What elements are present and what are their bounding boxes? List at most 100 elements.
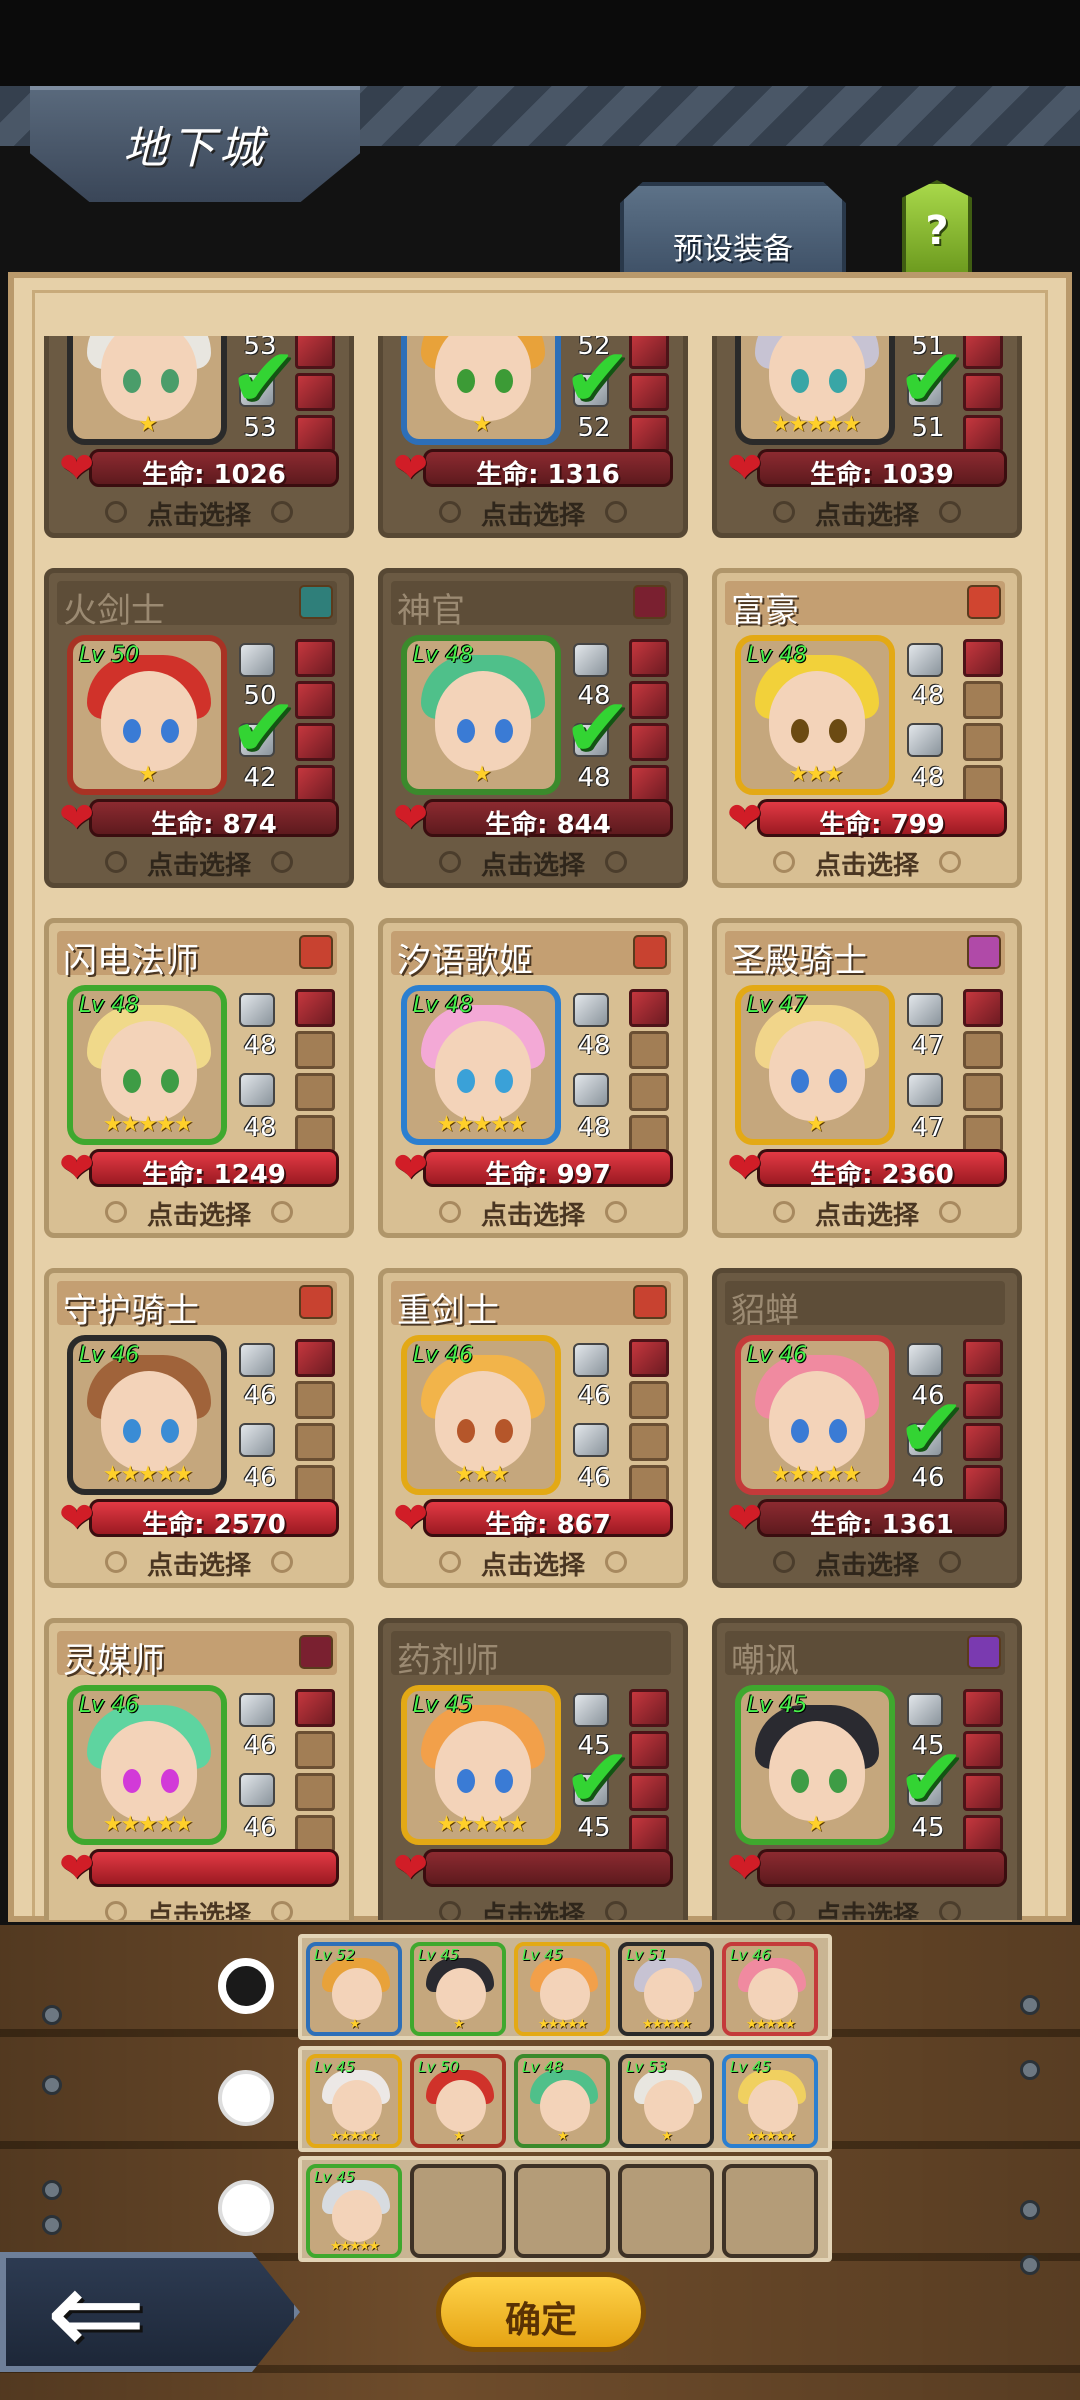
- accessory-slot[interactable]: [629, 989, 669, 1027]
- accessory-slot[interactable]: [629, 1339, 669, 1377]
- team-member[interactable]: Lv 45 ★★★★★: [514, 1942, 610, 2036]
- accessory-slot[interactable]: [295, 989, 335, 1027]
- team-radio[interactable]: [218, 2070, 274, 2126]
- weapon-slot[interactable]: [903, 1343, 953, 1383]
- hero-card[interactable]: 灵媒师 Lv 46 ★★★★★ 46 46 ❤ 点击选择: [44, 1618, 354, 1920]
- accessory-slot[interactable]: [629, 1815, 669, 1853]
- team-member[interactable]: Lv 51 ★★★★★: [618, 1942, 714, 2036]
- team-member[interactable]: Lv 45 ★: [410, 1942, 506, 2036]
- accessory-slot[interactable]: [295, 681, 335, 719]
- team-radio[interactable]: [218, 1958, 274, 2014]
- accessory-slot[interactable]: [629, 336, 669, 369]
- team-member[interactable]: Lv 52 ★: [306, 1942, 402, 2036]
- accessory-slot[interactable]: [295, 765, 335, 803]
- accessory-slot[interactable]: [629, 1073, 669, 1111]
- accessory-slot[interactable]: [629, 1689, 669, 1727]
- accessory-slot[interactable]: [295, 1073, 335, 1111]
- team-member[interactable]: Lv 48 ★: [514, 2054, 610, 2148]
- accessory-slot[interactable]: [295, 336, 335, 369]
- accessory-slot[interactable]: [295, 1031, 335, 1069]
- select-row[interactable]: 点击选择: [717, 495, 1017, 531]
- weapon-slot[interactable]: [569, 643, 619, 683]
- hero-card[interactable]: 神官 Lv 48 ★ 48 48 ✔ 生命: 844 ❤ 点击选择: [378, 568, 688, 888]
- back-button[interactable]: ⇐: [0, 2252, 300, 2372]
- accessory-slot[interactable]: [295, 373, 335, 411]
- accessory-slot[interactable]: [963, 1731, 1003, 1769]
- armor-slot[interactable]: [235, 1423, 285, 1463]
- accessory-slot[interactable]: [295, 1815, 335, 1853]
- accessory-slot[interactable]: [295, 1731, 335, 1769]
- hero-card[interactable]: 火剑士 Lv 50 ★ 50 42 ✔ 生命: 874 ❤ 点击选择: [44, 568, 354, 888]
- accessory-slot[interactable]: [295, 639, 335, 677]
- weapon-slot[interactable]: [569, 993, 619, 1033]
- accessory-slot[interactable]: [963, 1423, 1003, 1461]
- team-member[interactable]: Lv 46 ★★★★★: [722, 1942, 818, 2036]
- weapon-slot[interactable]: [235, 643, 285, 683]
- select-row[interactable]: 点击选择: [383, 845, 683, 881]
- weapon-slot[interactable]: [903, 643, 953, 683]
- armor-slot[interactable]: [903, 723, 953, 763]
- accessory-slot[interactable]: [963, 373, 1003, 411]
- select-row[interactable]: 点击选择: [383, 1545, 683, 1581]
- accessory-slot[interactable]: [295, 1339, 335, 1377]
- accessory-slot[interactable]: [295, 1381, 335, 1419]
- team-radio[interactable]: [218, 2180, 274, 2236]
- weapon-slot[interactable]: [569, 1343, 619, 1383]
- team-member[interactable]: Lv 50 ★: [410, 2054, 506, 2148]
- accessory-slot[interactable]: [629, 1731, 669, 1769]
- team-member[interactable]: Lv 45 ★★★★★: [306, 2164, 402, 2258]
- accessory-slot[interactable]: [295, 415, 335, 453]
- accessory-slot[interactable]: [963, 1339, 1003, 1377]
- select-row[interactable]: 点击选择: [717, 845, 1017, 881]
- confirm-button[interactable]: 确定: [436, 2272, 646, 2352]
- team-member[interactable]: Lv 53 ★: [618, 2054, 714, 2148]
- accessory-slot[interactable]: [963, 1031, 1003, 1069]
- help-button[interactable]: ?: [902, 180, 972, 278]
- select-row[interactable]: 点击选择: [717, 1895, 1017, 1920]
- weapon-slot[interactable]: [903, 1693, 953, 1733]
- select-row[interactable]: 点击选择: [383, 1895, 683, 1920]
- armor-slot[interactable]: [235, 1073, 285, 1113]
- select-row[interactable]: 点击选择: [383, 495, 683, 531]
- select-row[interactable]: 点击选择: [49, 1195, 349, 1231]
- accessory-slot[interactable]: [629, 1115, 669, 1153]
- accessory-slot[interactable]: [963, 1115, 1003, 1153]
- hero-grid[interactable]: Lv 53 ★ 53 53 ✔ 生命: 1026 ❤ 点击选择 Lv 52 ★: [0, 336, 1080, 1920]
- hero-card[interactable]: 圣殿骑士 Lv 47 ★ 47 47 生命: 2360 ❤ 点击选择: [712, 918, 1022, 1238]
- accessory-slot[interactable]: [295, 1689, 335, 1727]
- team-member[interactable]: Lv 45 ★★★★★: [306, 2054, 402, 2148]
- accessory-slot[interactable]: [629, 1031, 669, 1069]
- empty-team-slot[interactable]: [410, 2164, 506, 2258]
- empty-team-slot[interactable]: [514, 2164, 610, 2258]
- select-row[interactable]: 点击选择: [717, 1545, 1017, 1581]
- accessory-slot[interactable]: [295, 723, 335, 761]
- select-row[interactable]: 点击选择: [49, 1895, 349, 1920]
- accessory-slot[interactable]: [963, 765, 1003, 803]
- accessory-slot[interactable]: [629, 373, 669, 411]
- accessory-slot[interactable]: [963, 1815, 1003, 1853]
- accessory-slot[interactable]: [963, 1381, 1003, 1419]
- accessory-slot[interactable]: [295, 1465, 335, 1503]
- accessory-slot[interactable]: [295, 1423, 335, 1461]
- accessory-slot[interactable]: [963, 989, 1003, 1027]
- accessory-slot[interactable]: [963, 1689, 1003, 1727]
- accessory-slot[interactable]: [963, 681, 1003, 719]
- select-row[interactable]: 点击选择: [49, 1545, 349, 1581]
- hero-card[interactable]: 嘲讽 Lv 45 ★ 45 45 ✔ ❤ 点击选择: [712, 1618, 1022, 1920]
- armor-slot[interactable]: [235, 1773, 285, 1813]
- accessory-slot[interactable]: [963, 723, 1003, 761]
- select-row[interactable]: 点击选择: [49, 845, 349, 881]
- accessory-slot[interactable]: [629, 1465, 669, 1503]
- armor-slot[interactable]: [569, 1073, 619, 1113]
- select-row[interactable]: 点击选择: [383, 1195, 683, 1231]
- weapon-slot[interactable]: [235, 1343, 285, 1383]
- weapon-slot[interactable]: [569, 1693, 619, 1733]
- accessory-slot[interactable]: [963, 1465, 1003, 1503]
- team-member[interactable]: Lv 45 ★★★★★: [722, 2054, 818, 2148]
- accessory-slot[interactable]: [963, 639, 1003, 677]
- accessory-slot[interactable]: [629, 765, 669, 803]
- hero-card[interactable]: 富豪 Lv 48 ★★★ 48 48 生命: 799 ❤ 点击选择: [712, 568, 1022, 888]
- hero-card[interactable]: 药剂师 Lv 45 ★★★★★ 45 45 ✔ ❤ 点击选择: [378, 1618, 688, 1920]
- accessory-slot[interactable]: [963, 336, 1003, 369]
- empty-team-slot[interactable]: [618, 2164, 714, 2258]
